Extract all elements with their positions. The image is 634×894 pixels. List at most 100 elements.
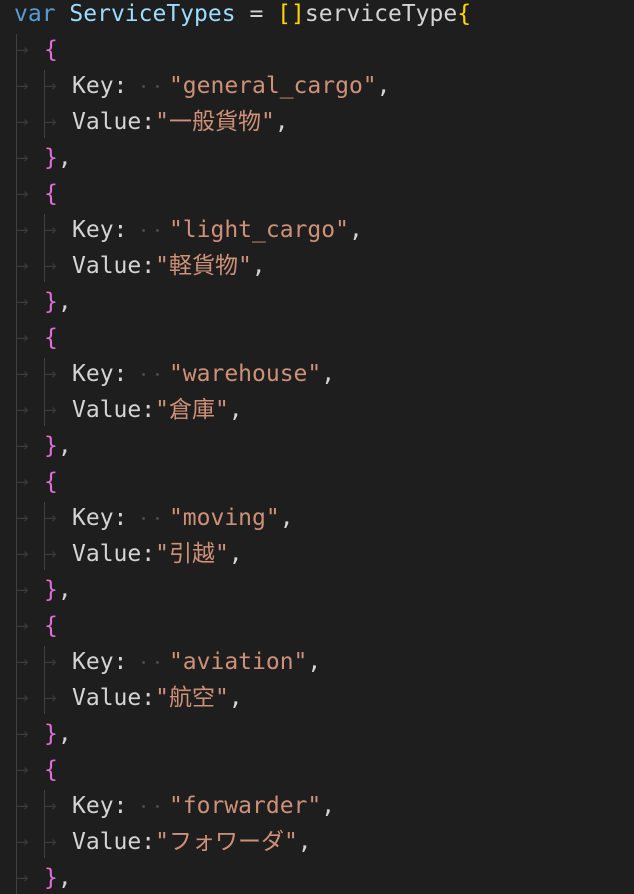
entry-key-line[interactable]: Key: "forwarder",: [72, 788, 335, 824]
entry-key-line[interactable]: Key: "aviation",: [72, 644, 321, 680]
value-label: Value:: [72, 253, 156, 279]
tab-arrow-icon: →: [16, 293, 29, 311]
entry-value-line[interactable]: Value:"引越",: [72, 536, 243, 572]
tab-arrow-icon: →: [44, 653, 57, 671]
variable-name: ServiceTypes: [69, 1, 236, 27]
key-comma: ,: [348, 217, 363, 243]
entry-close-line[interactable]: },: [44, 716, 72, 752]
entry-value-line[interactable]: Value:"倉庫",: [72, 392, 243, 428]
tab-arrow-icon: →: [16, 401, 29, 419]
equals-operator: =: [249, 1, 264, 27]
whitespace-dot: [142, 373, 145, 376]
key-label: Key:: [72, 361, 128, 387]
indent-guide: [44, 214, 45, 282]
key-label: Key:: [72, 217, 128, 243]
key-string: "light_cargo": [168, 217, 349, 243]
tab-arrow-icon: →: [16, 797, 29, 815]
entry-close-line[interactable]: },: [44, 428, 72, 464]
tab-arrow-icon: →: [44, 221, 57, 239]
entry-close-line[interactable]: },: [44, 860, 72, 894]
entry-open-line[interactable]: {: [44, 32, 58, 68]
tab-arrow-icon: →: [44, 365, 57, 383]
tab-arrow-icon: →: [16, 473, 29, 491]
entry-open-line[interactable]: {: [44, 752, 58, 788]
tab-arrow-icon: →: [16, 257, 29, 275]
tab-arrow-icon: →: [16, 653, 29, 671]
indent-guide: [44, 502, 45, 570]
entry-key-line[interactable]: Key: "warehouse",: [72, 356, 335, 392]
value-string: "フォワーダ": [155, 829, 298, 855]
tab-arrow-icon: →: [44, 689, 57, 707]
tab-arrow-icon: →: [16, 833, 29, 851]
entry-close-comma: ,: [57, 721, 72, 747]
key-string: "warehouse": [168, 361, 322, 387]
key-label: Key:: [72, 649, 128, 675]
tab-arrow-icon: →: [16, 761, 29, 779]
indent-guide: [44, 790, 45, 858]
entry-open-line[interactable]: {: [44, 320, 58, 356]
entry-close-line[interactable]: },: [44, 572, 72, 608]
whitespace-dot: [156, 517, 159, 520]
value-comma: ,: [251, 253, 266, 279]
tab-arrow-icon: →: [44, 257, 57, 275]
entry-value-line[interactable]: Value:"フォワーダ",: [72, 824, 312, 860]
entry-close-brace: }: [44, 289, 58, 315]
value-string: "軽貨物": [155, 253, 252, 279]
indent-guide: [44, 358, 45, 426]
whitespace-dot: [142, 805, 145, 808]
entry-close-line[interactable]: },: [44, 284, 72, 320]
tab-arrow-icon: →: [16, 365, 29, 383]
value-comma: ,: [228, 685, 243, 711]
entry-open-brace: {: [44, 469, 58, 495]
entry-close-brace: }: [44, 433, 58, 459]
entry-close-comma: ,: [57, 865, 72, 891]
entry-close-line[interactable]: },: [44, 140, 72, 176]
entry-close-brace: }: [44, 721, 58, 747]
entry-key-line[interactable]: Key: "moving",: [72, 500, 294, 536]
entry-open-line[interactable]: {: [44, 176, 58, 212]
key-comma: ,: [307, 649, 322, 675]
value-label: Value:: [72, 109, 156, 135]
tab-arrow-icon: →: [16, 113, 29, 131]
entry-close-brace: }: [44, 145, 58, 171]
code-editor[interactable]: var ServiceTypes = []serviceType{ → { → → Key…: [0, 0, 634, 894]
key-comma: ,: [376, 73, 391, 99]
entry-open-line[interactable]: {: [44, 608, 58, 644]
tab-arrow-icon: →: [44, 833, 57, 851]
entry-open-line[interactable]: {: [44, 464, 58, 500]
entry-open-brace: {: [44, 37, 58, 63]
entry-open-brace: {: [44, 757, 58, 783]
tab-arrow-icon: →: [16, 329, 29, 347]
entry-key-line[interactable]: Key: "general_cargo",: [72, 68, 391, 104]
entry-value-line[interactable]: Value:"航空",: [72, 680, 243, 716]
declaration-line[interactable]: var ServiceTypes = []serviceType{: [14, 0, 471, 32]
value-comma: ,: [274, 109, 289, 135]
keyword-var: var: [14, 1, 56, 27]
tab-arrow-icon: →: [16, 869, 29, 887]
value-comma: ,: [297, 829, 312, 855]
key-comma: ,: [279, 505, 294, 531]
whitespace-dot: [142, 661, 145, 664]
indent-guide: [16, 34, 17, 894]
tab-arrow-icon: →: [16, 689, 29, 707]
tab-arrow-icon: →: [16, 149, 29, 167]
type-name: serviceType: [304, 1, 458, 27]
whitespace-dot: [156, 229, 159, 232]
tab-arrow-icon: →: [16, 77, 29, 95]
whitespace-dot: [142, 229, 145, 232]
entry-close-comma: ,: [57, 145, 72, 171]
tab-arrow-icon: →: [16, 437, 29, 455]
whitespace-dot: [142, 517, 145, 520]
entry-key-line[interactable]: Key: "light_cargo",: [72, 212, 363, 248]
entry-value-line[interactable]: Value:"一般貨物",: [72, 104, 289, 140]
whitespace-dot: [156, 805, 159, 808]
key-string: "general_cargo": [168, 73, 377, 99]
tab-arrow-icon: →: [16, 617, 29, 635]
open-brace: {: [457, 1, 472, 27]
key-label: Key:: [72, 505, 128, 531]
value-comma: ,: [228, 397, 243, 423]
entry-value-line[interactable]: Value:"軽貨物",: [72, 248, 266, 284]
key-label: Key:: [72, 73, 128, 99]
value-string: "一般貨物": [155, 109, 275, 135]
value-label: Value:: [72, 397, 156, 423]
